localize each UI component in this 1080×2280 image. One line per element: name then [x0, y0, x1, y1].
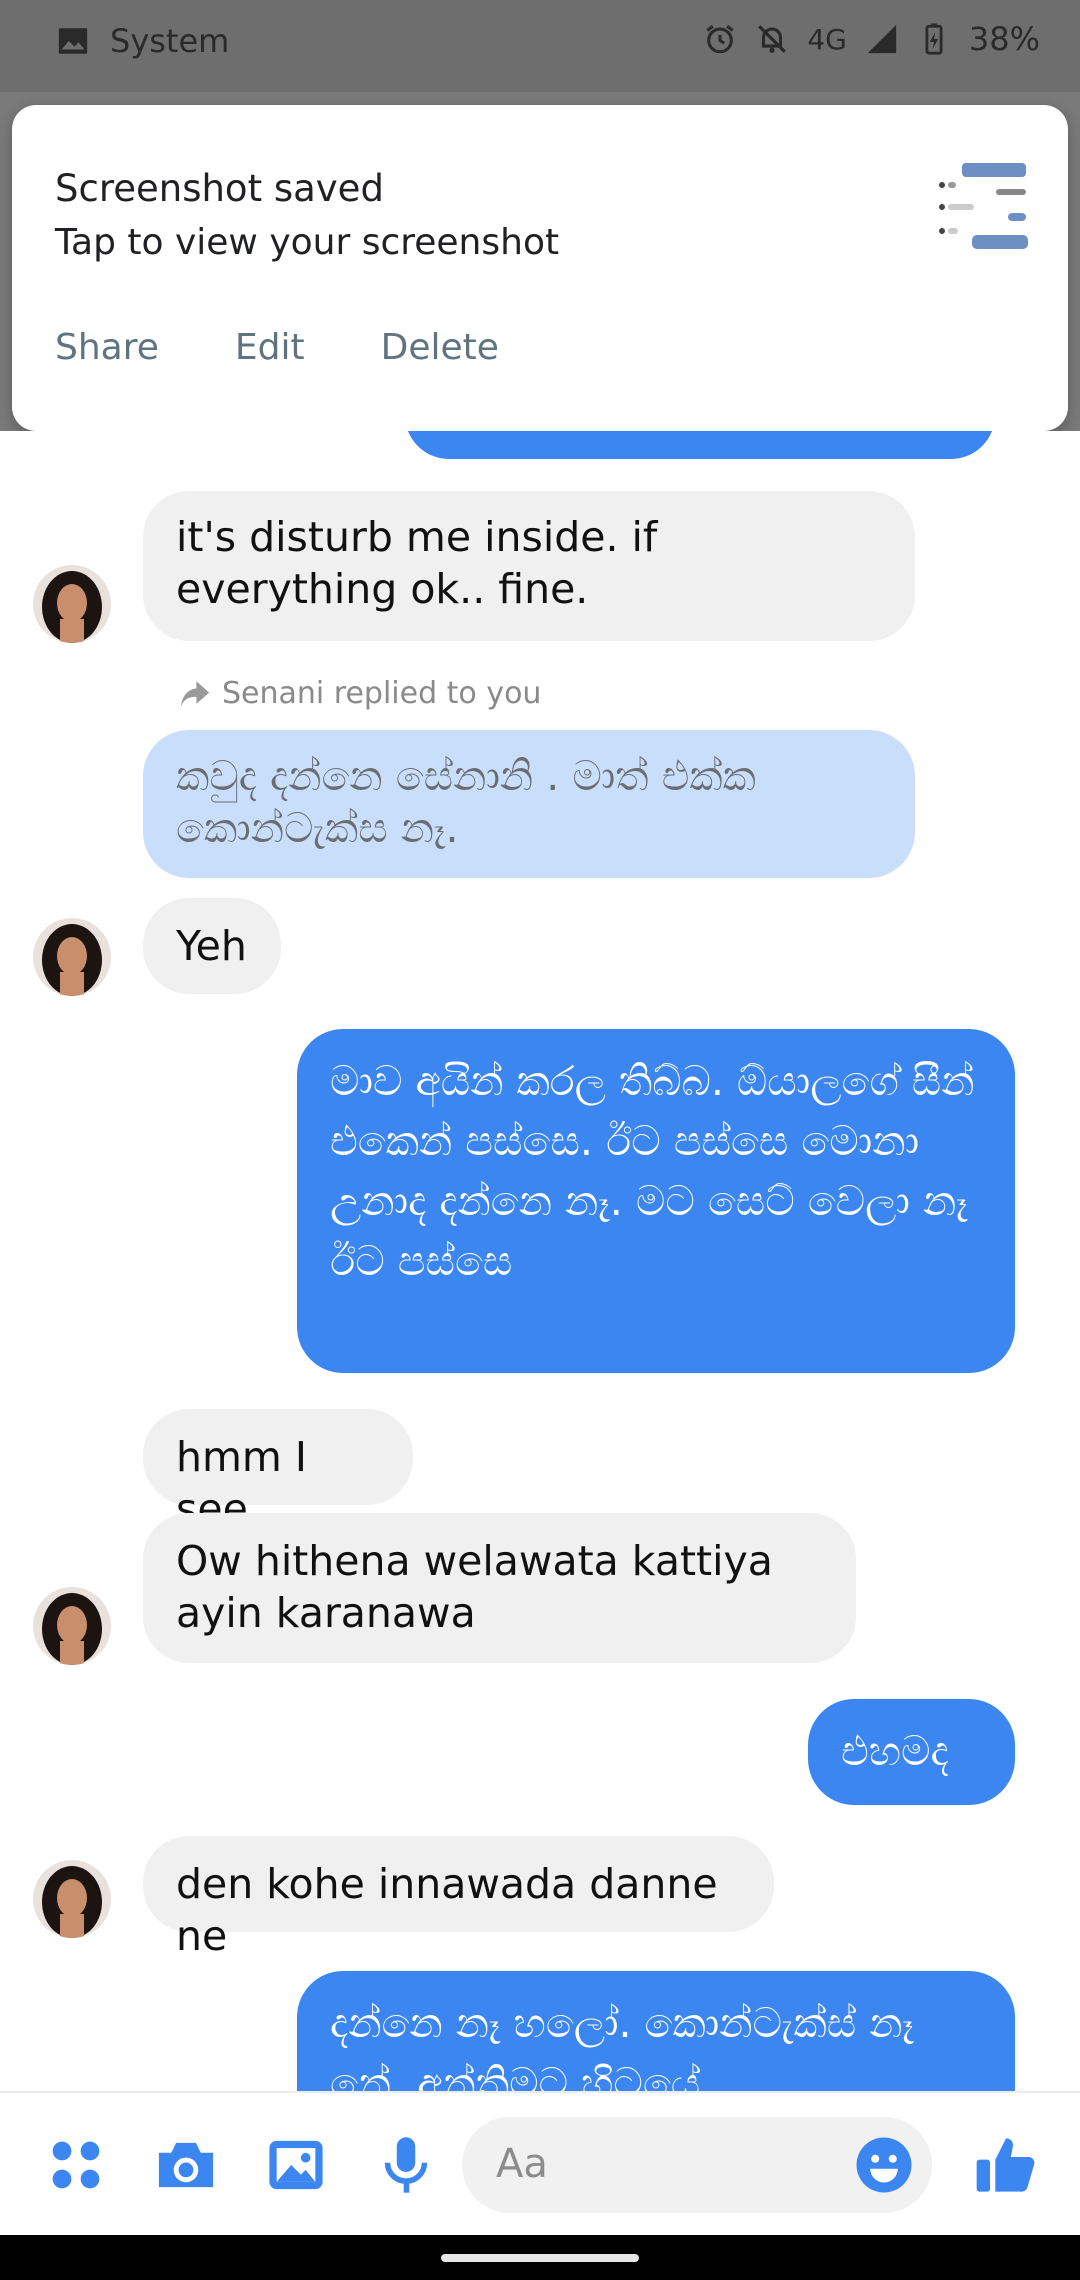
- delete-button[interactable]: Delete: [381, 327, 499, 368]
- message-text: den kohe innawada danne ne: [176, 1860, 718, 1960]
- signal-icon: [867, 24, 897, 54]
- contact-avatar-image: [33, 565, 111, 643]
- notification-subtitle[interactable]: Tap to view your screenshot: [55, 222, 559, 263]
- chat-thread[interactable]: it's disturb me inside. if everything ok…: [0, 431, 1080, 2091]
- gallery-button[interactable]: [260, 2129, 332, 2201]
- message-text: it's disturb me inside. if everything ok…: [176, 513, 658, 613]
- message-text: Yeh: [176, 922, 247, 970]
- notification-title: Screenshot saved: [55, 167, 384, 210]
- message-text: Ow hithena welawata kattiya ayin karanaw…: [176, 1537, 773, 1637]
- message-bubble-incoming[interactable]: it's disturb me inside. if everything ok…: [143, 491, 915, 641]
- reply-arrow-icon: [180, 680, 210, 707]
- emoji-button[interactable]: [854, 2135, 914, 2195]
- message-bubble-incoming[interactable]: hmm I see: [143, 1409, 413, 1533]
- contact-avatar-image: [33, 918, 111, 996]
- apps-button[interactable]: [40, 2129, 112, 2201]
- message-bubble-outgoing[interactable]: එහමද: [808, 1699, 1015, 1805]
- navigation-bar: [0, 2235, 1080, 2280]
- emoji-icon: [856, 2137, 912, 2193]
- home-handle[interactable]: [441, 2254, 639, 2262]
- camera-icon: [158, 2142, 214, 2188]
- notification-actions: Share Edit Delete: [55, 327, 499, 368]
- reply-indicator-text: Senani replied to you: [222, 676, 542, 711]
- avatar[interactable]: [33, 1860, 111, 1938]
- status-left: System: [56, 22, 229, 60]
- like-button[interactable]: [970, 2129, 1042, 2201]
- contact-avatar-image: [33, 1587, 111, 1665]
- like-icon: [976, 2138, 1035, 2192]
- gallery-icon: [269, 2140, 323, 2190]
- battery-percent: 38%: [968, 20, 1040, 58]
- message-text: මාව අයින් කරල තිබ්බ. ඕයාලගේ සීන් එකෙන් ප…: [330, 1057, 975, 1285]
- network-type: 4G: [807, 22, 847, 56]
- share-button[interactable]: Share: [55, 327, 159, 368]
- voice-button[interactable]: [370, 2129, 442, 2201]
- message-input[interactable]: Aa: [462, 2117, 932, 2213]
- screenshot-thumbnail[interactable]: [936, 155, 1032, 275]
- quoted-message-text: කවුද දන්නෙ සේනානි . මාත් එක්ක කොන්ටැක්ස …: [176, 752, 756, 852]
- alarm-icon: [706, 25, 735, 54]
- message-bubble-outgoing[interactable]: මාව අයින් කරල තිබ්බ. ඕයාලගේ සීන් එකෙන් ප…: [297, 1029, 1015, 1373]
- quoted-message-bubble[interactable]: කවුද දන්නෙ සේනානි . මාත් එක්ක කොන්ටැක්ස …: [143, 730, 915, 878]
- status-bar: System 4G 38%: [0, 0, 1080, 92]
- avatar[interactable]: [33, 565, 111, 643]
- reply-indicator: Senani replied to you: [178, 676, 541, 711]
- battery-icon: [925, 23, 943, 55]
- message-text: දන්නෙ නෑ හලෝ. කොන්ටැක්ස් නෑ නේ. අන්තිමට …: [330, 1999, 914, 2091]
- edit-button[interactable]: Edit: [235, 327, 305, 368]
- message-bubble-incoming[interactable]: Yeh: [143, 898, 281, 994]
- message-text: එහමද: [841, 1727, 949, 1775]
- status-right: 4G 38%: [703, 20, 1040, 58]
- message-input-placeholder: Aa: [496, 2141, 548, 2187]
- mic-icon: [384, 2137, 428, 2193]
- avatar[interactable]: [33, 1587, 111, 1665]
- message-bubble-incoming[interactable]: den kohe innawada danne ne: [143, 1836, 774, 1960]
- camera-button[interactable]: [150, 2129, 222, 2201]
- message-bubble-incoming[interactable]: Ow hithena welawata kattiya ayin karanaw…: [143, 1513, 856, 1663]
- do-not-disturb-icon: [758, 25, 787, 53]
- status-app-label: System: [110, 22, 230, 60]
- image-icon: [58, 28, 88, 54]
- contact-avatar-image: [33, 1860, 111, 1938]
- message-bubble-outgoing-partial[interactable]: [405, 431, 995, 459]
- avatar[interactable]: [33, 918, 111, 996]
- apps-icon: [52, 2141, 100, 2189]
- message-composer: Aa: [0, 2091, 1080, 2235]
- message-bubble-outgoing[interactable]: දන්නෙ නෑ හලෝ. කොන්ටැක්ස් නෑ නේ. අන්තිමට …: [297, 1971, 1015, 2091]
- screenshot-notification[interactable]: Screenshot saved Tap to view your screen…: [12, 105, 1068, 431]
